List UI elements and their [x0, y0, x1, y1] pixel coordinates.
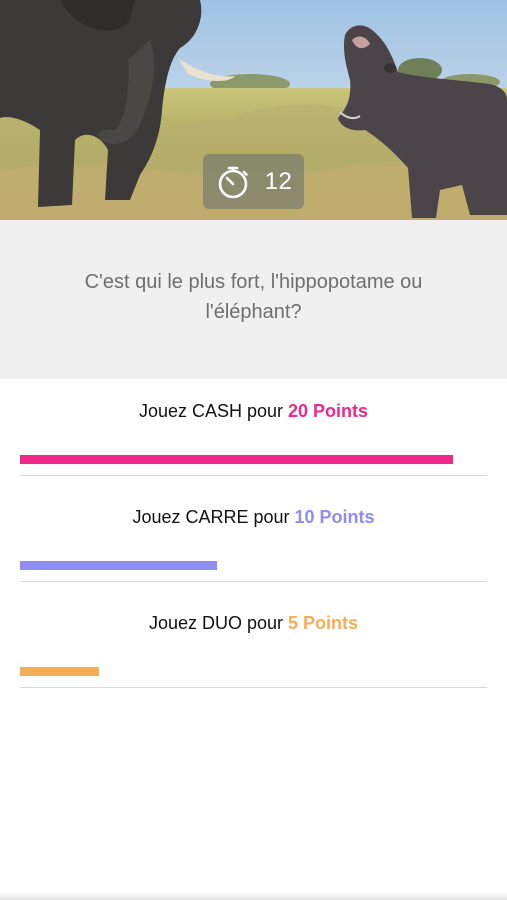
- quiz-screen: 12 C'est qui le plus fort, l'hippopotame…: [0, 0, 507, 900]
- bottom-shadow: [0, 892, 507, 900]
- question-panel: C'est qui le plus fort, l'hippopotame ou…: [0, 220, 507, 379]
- stopwatch-icon: [218, 166, 248, 198]
- countdown-timer: 12: [203, 154, 304, 209]
- divider: [20, 475, 487, 476]
- option-carre-label: Jouez CARRE pour 10 Points: [0, 507, 507, 528]
- option-duo-button[interactable]: Jouez DUO pour 5 Points: [0, 591, 507, 697]
- option-duo-points: 5 Points: [288, 613, 359, 633]
- divider: [20, 581, 487, 582]
- timer-value: 12: [264, 167, 293, 195]
- option-cash-bar-track: [20, 455, 453, 464]
- option-carre-prefix: Jouez CARRE pour: [132, 507, 295, 527]
- option-cash-bar: [20, 455, 453, 464]
- option-cash-label: Jouez CASH pour 20 Points: [0, 401, 507, 422]
- option-cash-button[interactable]: Jouez CASH pour 20 Points: [0, 379, 507, 485]
- option-carre-bar: [20, 561, 217, 570]
- answer-mode-list: Jouez CASH pour 20 Points Jouez CARRE po…: [0, 379, 507, 697]
- option-duo-bar-track: [20, 667, 453, 676]
- option-cash-prefix: Jouez CASH pour: [138, 401, 289, 421]
- question-image: 12: [0, 0, 507, 220]
- option-carre-bar-track: [20, 561, 453, 570]
- option-duo-label: Jouez DUO pour 5 Points: [0, 613, 507, 634]
- option-cash-points: 20 Points: [288, 401, 369, 421]
- option-carre-button[interactable]: Jouez CARRE pour 10 Points: [0, 485, 507, 591]
- option-duo-prefix: Jouez DUO pour: [148, 613, 289, 633]
- question-text: C'est qui le plus fort, l'hippopotame ou…: [84, 270, 423, 323]
- option-duo-bar: [20, 667, 99, 676]
- option-carre-points: 10 Points: [294, 507, 375, 527]
- divider: [20, 687, 487, 688]
